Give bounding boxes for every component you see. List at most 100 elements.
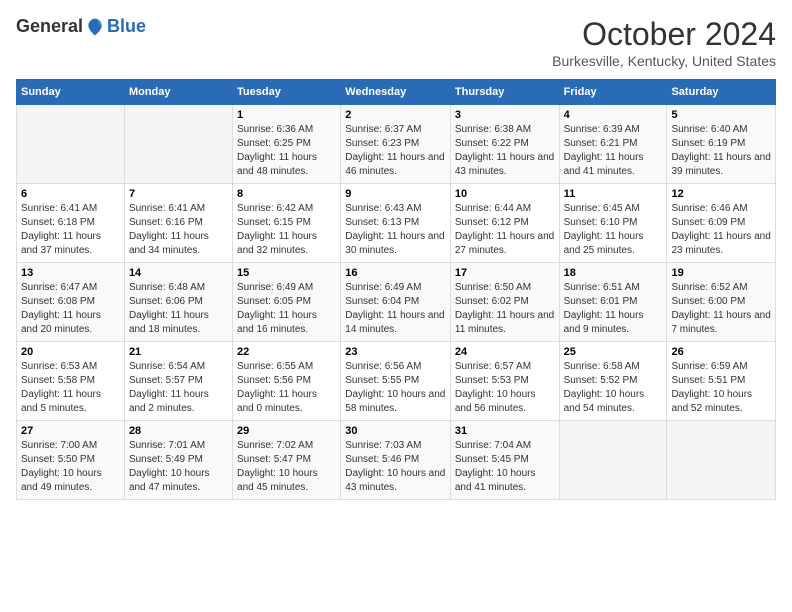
day-number: 21 xyxy=(129,346,228,358)
day-info: Sunrise: 7:03 AMSunset: 5:46 PMDaylight:… xyxy=(345,439,446,495)
day-info: Sunrise: 6:55 AMSunset: 5:56 PMDaylight:… xyxy=(237,360,336,416)
day-info: Sunrise: 7:00 AMSunset: 5:50 PMDaylight:… xyxy=(21,439,120,495)
day-number: 16 xyxy=(345,267,446,279)
day-number: 24 xyxy=(455,346,555,358)
calendar-cell: 29 Sunrise: 7:02 AMSunset: 5:47 PMDayligh… xyxy=(233,421,341,500)
day-info: Sunrise: 6:53 AMSunset: 5:58 PMDaylight:… xyxy=(21,360,120,416)
day-number: 30 xyxy=(345,425,446,437)
calendar-cell: 14 Sunrise: 6:48 AMSunset: 6:06 PMDayligh… xyxy=(124,263,232,342)
day-info: Sunrise: 6:52 AMSunset: 6:00 PMDaylight:… xyxy=(671,281,771,337)
day-number: 13 xyxy=(21,267,120,279)
calendar-week-row: 6 Sunrise: 6:41 AMSunset: 6:18 PMDaylight… xyxy=(17,184,776,263)
day-info: Sunrise: 6:54 AMSunset: 5:57 PMDaylight:… xyxy=(129,360,228,416)
calendar-cell: 20 Sunrise: 6:53 AMSunset: 5:58 PMDayligh… xyxy=(17,342,125,421)
day-number: 3 xyxy=(455,109,555,121)
day-info: Sunrise: 6:56 AMSunset: 5:55 PMDaylight:… xyxy=(345,360,446,416)
calendar-cell: 28 Sunrise: 7:01 AMSunset: 5:49 PMDayligh… xyxy=(124,421,232,500)
calendar-cell: 2 Sunrise: 6:37 AMSunset: 6:23 PMDaylight… xyxy=(341,105,451,184)
day-number: 12 xyxy=(671,188,771,200)
calendar-cell: 15Sunrise: 6:49 AMSunset: 6:05 PMDayligh… xyxy=(233,263,341,342)
day-number: 27 xyxy=(21,425,120,437)
calendar-cell xyxy=(667,421,776,500)
day-info: Sunrise: 7:04 AMSunset: 5:45 PMDaylight:… xyxy=(455,439,555,495)
day-number: 14 xyxy=(129,267,228,279)
calendar-cell: 8 Sunrise: 6:42 AMSunset: 6:15 PMDaylight… xyxy=(233,184,341,263)
calendar-cell: 30 Sunrise: 7:03 AMSunset: 5:46 PMDayligh… xyxy=(341,421,451,500)
day-number: 10 xyxy=(455,188,555,200)
day-info: Sunrise: 6:41 AMSunset: 6:18 PMDaylight:… xyxy=(21,202,120,258)
calendar-cell: 9 Sunrise: 6:43 AMSunset: 6:13 PMDaylight… xyxy=(341,184,451,263)
day-info: Sunrise: 6:50 AMSunset: 6:02 PMDaylight:… xyxy=(455,281,555,337)
calendar-cell xyxy=(124,105,232,184)
calendar-cell: 31 Sunrise: 7:04 AMSunset: 5:45 PMDayligh… xyxy=(450,421,559,500)
day-number: 29 xyxy=(237,425,336,437)
weekday-header: Friday xyxy=(559,80,667,105)
day-number: 1 xyxy=(237,109,336,121)
calendar-cell: 12 Sunrise: 6:46 AMSunset: 6:09 PMDayligh… xyxy=(667,184,776,263)
day-number: 31 xyxy=(455,425,555,437)
day-info: Sunrise: 6:45 AMSunset: 6:10 PMDaylight:… xyxy=(564,202,663,258)
calendar-week-row: 20 Sunrise: 6:53 AMSunset: 5:58 PMDayligh… xyxy=(17,342,776,421)
weekday-header: Monday xyxy=(124,80,232,105)
weekday-header: Thursday xyxy=(450,80,559,105)
calendar-cell: 16 Sunrise: 6:49 AMSunset: 6:04 PMDayligh… xyxy=(341,263,451,342)
day-number: 9 xyxy=(345,188,446,200)
calendar-cell: 1 Sunrise: 6:36 AMSunset: 6:25 PMDaylight… xyxy=(233,105,341,184)
day-info: Sunrise: 6:41 AMSunset: 6:16 PMDaylight:… xyxy=(129,202,228,258)
month-title: October 2024 xyxy=(552,16,776,53)
day-info: Sunrise: 6:37 AMSunset: 6:23 PMDaylight:… xyxy=(345,123,446,179)
calendar-cell: 4 Sunrise: 6:39 AMSunset: 6:21 PMDaylight… xyxy=(559,105,667,184)
day-number: 28 xyxy=(129,425,228,437)
calendar-table: SundayMondayTuesdayWednesdayThursdayFrid… xyxy=(16,79,776,500)
calendar-cell: 21 Sunrise: 6:54 AMSunset: 5:57 PMDayligh… xyxy=(124,342,232,421)
day-info: Sunrise: 6:39 AMSunset: 6:21 PMDaylight:… xyxy=(564,123,663,179)
calendar-cell: 13 Sunrise: 6:47 AMSunset: 6:08 PMDayligh… xyxy=(17,263,125,342)
day-number: 2 xyxy=(345,109,446,121)
day-info: Sunrise: 6:46 AMSunset: 6:09 PMDaylight:… xyxy=(671,202,771,258)
day-info: Sunrise: 6:43 AMSunset: 6:13 PMDaylight:… xyxy=(345,202,446,258)
calendar-week-row: 27 Sunrise: 7:00 AMSunset: 5:50 PMDayligh… xyxy=(17,421,776,500)
day-number: 26 xyxy=(671,346,771,358)
day-info: Sunrise: 6:58 AMSunset: 5:52 PMDaylight:… xyxy=(564,360,663,416)
calendar-cell: 17 Sunrise: 6:50 AMSunset: 6:02 PMDayligh… xyxy=(450,263,559,342)
day-number: 4 xyxy=(564,109,663,121)
day-info: Sunrise: 6:44 AMSunset: 6:12 PMDaylight:… xyxy=(455,202,555,258)
calendar-cell: 19 Sunrise: 6:52 AMSunset: 6:00 PMDayligh… xyxy=(667,263,776,342)
page-header: General Blue October 2024 Burkesville, K… xyxy=(16,16,776,69)
calendar-cell: 11 Sunrise: 6:45 AMSunset: 6:10 PMDayligh… xyxy=(559,184,667,263)
weekday-header: Sunday xyxy=(17,80,125,105)
calendar-cell: 7Sunrise: 6:41 AMSunset: 6:16 PMDaylight… xyxy=(124,184,232,263)
calendar-cell: 5Sunrise: 6:40 AMSunset: 6:19 PMDaylight… xyxy=(667,105,776,184)
day-info: Sunrise: 7:02 AMSunset: 5:47 PMDaylight:… xyxy=(237,439,336,495)
logo-blue: Blue xyxy=(107,16,146,37)
calendar-cell: 10 Sunrise: 6:44 AMSunset: 6:12 PMDayligh… xyxy=(450,184,559,263)
logo-general: General xyxy=(16,16,83,37)
day-info: Sunrise: 7:01 AMSunset: 5:49 PMDaylight:… xyxy=(129,439,228,495)
day-info: Sunrise: 6:49 AMSunset: 6:04 PMDaylight:… xyxy=(345,281,446,337)
calendar-cell: 25 Sunrise: 6:58 AMSunset: 5:52 PMDayligh… xyxy=(559,342,667,421)
day-number: 5 xyxy=(671,109,771,121)
calendar-cell: 24Sunrise: 6:57 AMSunset: 5:53 PMDayligh… xyxy=(450,342,559,421)
day-info: Sunrise: 6:48 AMSunset: 6:06 PMDaylight:… xyxy=(129,281,228,337)
location: Burkesville, Kentucky, United States xyxy=(552,53,776,69)
logo: General Blue xyxy=(16,16,146,37)
calendar-cell: 26Sunrise: 6:59 AMSunset: 5:51 PMDayligh… xyxy=(667,342,776,421)
day-number: 25 xyxy=(564,346,663,358)
day-number: 6 xyxy=(21,188,120,200)
day-number: 17 xyxy=(455,267,555,279)
day-number: 11 xyxy=(564,188,663,200)
calendar-cell: 23Sunrise: 6:56 AMSunset: 5:55 PMDayligh… xyxy=(341,342,451,421)
day-number: 20 xyxy=(21,346,120,358)
calendar-cell xyxy=(559,421,667,500)
day-number: 19 xyxy=(671,267,771,279)
weekday-header: Tuesday xyxy=(233,80,341,105)
day-info: Sunrise: 6:42 AMSunset: 6:15 PMDaylight:… xyxy=(237,202,336,258)
day-info: Sunrise: 6:36 AMSunset: 6:25 PMDaylight:… xyxy=(237,123,336,179)
day-number: 8 xyxy=(237,188,336,200)
day-info: Sunrise: 6:51 AMSunset: 6:01 PMDaylight:… xyxy=(564,281,663,337)
day-number: 15 xyxy=(237,267,336,279)
logo-icon xyxy=(85,17,105,37)
calendar-cell: 27 Sunrise: 7:00 AMSunset: 5:50 PMDayligh… xyxy=(17,421,125,500)
day-info: Sunrise: 6:47 AMSunset: 6:08 PMDaylight:… xyxy=(21,281,120,337)
calendar-cell: 18Sunrise: 6:51 AMSunset: 6:01 PMDayligh… xyxy=(559,263,667,342)
